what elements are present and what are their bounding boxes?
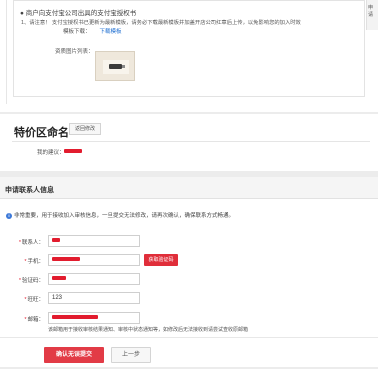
field-label-text: 旺旺：	[27, 297, 44, 303]
divider	[0, 337, 378, 338]
notice-title-text: 商户向支付宝公司出具的支付宝授权书	[25, 10, 137, 17]
download-template-link[interactable]: 下载模板	[100, 29, 122, 35]
redaction-mark	[64, 149, 82, 154]
side-apply-tab[interactable]: 申请	[366, 0, 378, 30]
notice-title: ● 商户向支付宝公司出具的支付宝授权书	[20, 7, 136, 17]
required-mark: *	[18, 240, 21, 246]
redaction-mark	[52, 315, 98, 320]
redaction-mark	[52, 276, 66, 281]
redaction-mark	[52, 238, 60, 243]
image-list-label: 资质图片列表：	[55, 49, 94, 55]
wangwang-input[interactable]: 123	[48, 292, 140, 304]
field-label-text: 手机：	[27, 259, 44, 265]
verify-code-label: *验证码：	[8, 276, 44, 284]
email-hint: 该邮箱用于接收审核结果通知、审核中状态通知等，如修改后无法接收到请尝试查收原邮箱	[48, 327, 249, 333]
device-picture-icon	[109, 64, 122, 69]
previous-step-button[interactable]: 上一步	[111, 347, 151, 363]
confirm-submit-button[interactable]: 确认无误提交	[44, 347, 104, 363]
authorization-thumbnail[interactable]	[95, 51, 135, 81]
divider	[6, 0, 7, 104]
template-row: 模板下载： 下载模板	[63, 27, 122, 35]
required-mark: *	[18, 278, 21, 284]
email-input[interactable]	[48, 312, 140, 324]
thumbnail-image	[103, 60, 129, 74]
info-text: 非常重要，用于接收加入审核信息，一旦提交无法修改，请再次确认，确保联系方式畅通。	[14, 213, 235, 219]
redaction-mark	[52, 257, 80, 262]
suggestion-label: 我的建议：	[37, 150, 65, 156]
divider	[12, 141, 370, 142]
get-code-button[interactable]: 获取验证码	[144, 254, 178, 266]
info-notice: i 非常重要，用于接收加入审核信息，一旦提交无法修改，请再次确认，确保联系方式畅通…	[6, 211, 234, 219]
phone-label: *手机：	[8, 257, 44, 265]
contact-section: 申请联系人信息 i 非常重要，用于接收加入审核信息，一旦提交无法修改，请再次确认，…	[0, 177, 378, 367]
contact-header: 申请联系人信息	[0, 177, 378, 199]
phone-input[interactable]	[48, 254, 140, 266]
edit-back-button[interactable]: 返回修改	[69, 123, 101, 135]
contact-person-label: *联系人：	[8, 238, 44, 246]
field-label-text: 联系人：	[21, 240, 44, 246]
notice-tip: 1、请注意！ 支付宝授权书已更新为最新模板，请务必下载最新模板并加盖开店公司红章…	[21, 20, 301, 26]
verify-code-input[interactable]	[48, 273, 140, 285]
wangwang-label: *旺旺：	[8, 295, 44, 303]
suggestion-value-redacted	[64, 149, 82, 155]
contact-person-input[interactable]	[48, 235, 140, 247]
special-name-title: 特价区命名	[14, 127, 69, 139]
template-label: 模板下载：	[63, 29, 91, 35]
email-label: *邮箱：	[8, 315, 44, 323]
contact-title: 申请联系人信息	[5, 187, 54, 194]
field-label-text: 邮箱：	[27, 317, 44, 323]
notice-box: ● 商户向支付宝公司出具的支付宝授权书 1、请注意！ 支付宝授权书已更新为最新模…	[13, 0, 365, 97]
info-icon: i	[6, 212, 12, 219]
authorization-card: ● 商户向支付宝公司出具的支付宝授权书 1、请注意！ 支付宝授权书已更新为最新模…	[0, 0, 378, 112]
special-name-section: 特价区命名 返回修改 我的建议：	[0, 114, 378, 171]
device-cap-icon	[122, 65, 125, 68]
field-label-text: 验证码：	[21, 278, 44, 284]
